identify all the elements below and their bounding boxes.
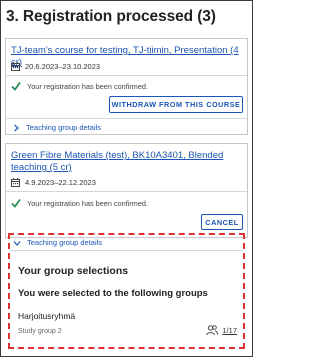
group-name: Harjoitusryhmä (18, 311, 76, 321)
course-card: Green Fibre Materials (test), BK10A3401,… (5, 143, 248, 238)
chevron-right-icon (12, 124, 20, 132)
divider (6, 191, 247, 192)
group-selections-title: Your group selections (18, 265, 129, 277)
calendar-icon (11, 178, 20, 187)
seats-count: 1/17 (222, 326, 237, 335)
teaching-group-details-toggle[interactable]: Teaching group details (13, 238, 102, 247)
course-card: TJ-team's course for testing, TJ-tiimin,… (5, 38, 248, 135)
registration-panel: 3. Registration processed (3) TJ-team's … (0, 0, 253, 357)
check-icon (11, 198, 21, 208)
divider (6, 118, 247, 119)
dates-text: 4.9.2023–22.12.2023 (25, 178, 96, 187)
check-icon (11, 81, 21, 91)
registration-status: Your registration has been confirmed. (11, 198, 148, 208)
withdraw-button[interactable]: WITHDRAW FROM THIS COURSE (109, 96, 243, 113)
group-type: Study group 2 (18, 328, 62, 335)
divider (10, 250, 243, 251)
course-dates: 4.9.2023–22.12.2023 (11, 178, 96, 187)
details-label: Teaching group details (26, 123, 102, 132)
teaching-group-details-toggle[interactable]: Teaching group details (12, 123, 101, 132)
registration-status: Your registration has been confirmed. (11, 81, 148, 91)
section-title: 3. Registration processed (3) (6, 8, 216, 25)
divider (6, 75, 247, 76)
details-label: Teaching group details (27, 238, 103, 247)
chevron-down-icon (13, 239, 21, 247)
group-selections-subtitle: You were selected to the following group… (18, 288, 208, 299)
group-details-panel: Teaching group details Your group select… (8, 233, 245, 349)
status-text: Your registration has been confirmed. (27, 198, 149, 208)
people-icon (206, 325, 219, 336)
group-seats: 1/17 (206, 325, 237, 336)
course-dates: 20.6.2023–23.10.2023 (11, 62, 100, 71)
cancel-button[interactable]: CANCEL (201, 214, 243, 230)
calendar-icon (11, 62, 20, 71)
dates-text: 20.6.2023–23.10.2023 (25, 62, 101, 71)
status-text: Your registration has been confirmed. (27, 81, 149, 91)
course-link[interactable]: Green Fibre Materials (test), BK10A3401,… (11, 150, 243, 174)
